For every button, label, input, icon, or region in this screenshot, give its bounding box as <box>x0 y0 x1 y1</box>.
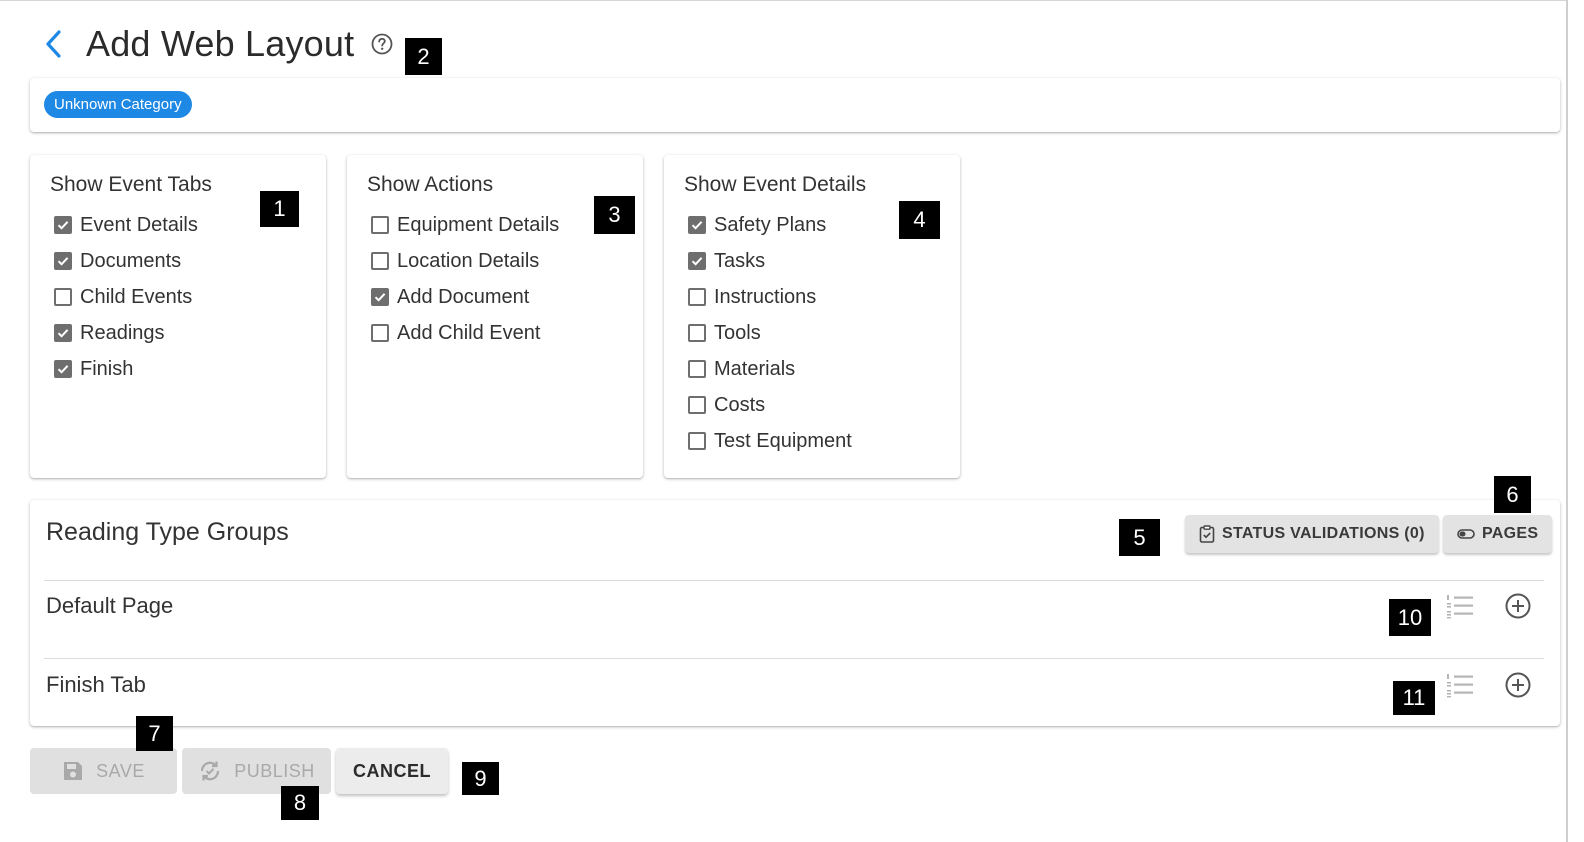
page-header: Add Web Layout <box>38 20 394 68</box>
checkbox-unchecked-icon[interactable] <box>371 216 389 234</box>
publish-label: PUBLISH <box>234 760 315 781</box>
panel-title: Show Actions <box>367 173 494 196</box>
annotation-marker: 7 <box>136 716 173 751</box>
annotation-marker: 11 <box>1393 681 1435 715</box>
pages-button[interactable]: PAGES <box>1443 515 1553 553</box>
page-title: Add Web Layout <box>86 23 355 64</box>
checkbox-label: Safety Plans <box>714 213 827 236</box>
annotation-marker: 10 <box>1389 599 1431 636</box>
checkbox-label: Event Details <box>80 213 198 236</box>
plus-circle-icon <box>1505 593 1531 619</box>
section-title: Reading Type Groups <box>46 518 289 546</box>
format-list-numbered-icon <box>1447 595 1473 619</box>
chevron-left-icon <box>46 30 61 58</box>
checkbox-row[interactable]: Add Child Event <box>367 315 623 351</box>
default-page-label[interactable]: Default Page <box>46 593 173 619</box>
checkbox-unchecked-icon[interactable] <box>688 288 706 306</box>
checkbox-unchecked-icon[interactable] <box>688 396 706 414</box>
divider <box>44 658 1544 659</box>
status-validations-button[interactable]: STATUS VALIDATIONS (0) <box>1185 515 1439 553</box>
annotation-marker: 2 <box>405 38 442 75</box>
reorder-button[interactable] <box>1445 670 1475 700</box>
checkbox-row[interactable]: Materials <box>684 351 940 387</box>
checkbox-row[interactable]: Readings <box>50 315 306 351</box>
checkbox-row[interactable]: Equipment Details <box>367 207 623 243</box>
checkbox-checked-icon[interactable] <box>54 324 72 342</box>
category-chip[interactable]: Unknown Category <box>44 91 192 118</box>
checkbox-label: Documents <box>80 249 182 272</box>
finish-tab-label[interactable]: Finish Tab <box>46 672 146 698</box>
checkbox-unchecked-icon[interactable] <box>688 324 706 342</box>
add-reading-group-button[interactable] <box>1503 670 1533 700</box>
clipboard-check-icon <box>1199 525 1215 543</box>
save-label: SAVE <box>96 760 145 781</box>
checkbox-checked-icon[interactable] <box>54 252 72 270</box>
cancel-button[interactable]: CANCEL <box>336 748 448 794</box>
reading-type-groups-card: Reading Type Groups STATUS VALIDATIONS (… <box>30 500 1560 726</box>
checkbox-row[interactable]: Tools <box>684 315 940 351</box>
add-reading-group-button[interactable] <box>1503 591 1533 621</box>
right-border <box>1566 0 1568 842</box>
checkbox-unchecked-icon[interactable] <box>371 252 389 270</box>
annotation-marker: 4 <box>899 201 940 239</box>
checkbox-row[interactable]: Finish <box>50 351 306 387</box>
checkbox-unchecked-icon[interactable] <box>688 360 706 378</box>
category-card: Unknown Category <box>30 78 1560 132</box>
checkbox-unchecked-icon[interactable] <box>371 324 389 342</box>
reorder-button[interactable] <box>1445 591 1475 621</box>
checkbox-checked-icon[interactable] <box>54 360 72 378</box>
checkbox-unchecked-icon[interactable] <box>688 432 706 450</box>
help-circle-icon <box>371 33 393 55</box>
checkbox-label: Tasks <box>714 249 766 272</box>
help-button[interactable] <box>370 32 394 56</box>
checkbox-checked-icon[interactable] <box>688 252 706 270</box>
checkbox-checked-icon[interactable] <box>688 216 706 234</box>
format-list-numbered-icon <box>1447 674 1473 698</box>
checkbox-row[interactable]: Instructions <box>684 279 940 315</box>
checkbox-row[interactable]: Tasks <box>684 243 940 279</box>
checkbox-label: Equipment Details <box>397 213 560 236</box>
checkbox-label: Instructions <box>714 285 817 308</box>
checkbox-label: Readings <box>80 321 165 344</box>
plus-circle-icon <box>1505 672 1531 698</box>
divider <box>44 580 1544 581</box>
checkbox-label: Materials <box>714 357 796 380</box>
top-border <box>0 0 1568 1</box>
sync-check-icon <box>201 761 220 781</box>
checkbox-checked-icon[interactable] <box>54 216 72 234</box>
panel-title: Show Event Details <box>684 173 867 196</box>
checkbox-row[interactable]: Location Details <box>367 243 623 279</box>
annotation-marker: 9 <box>462 762 499 795</box>
pages-label: PAGES <box>1482 525 1539 542</box>
annotation-marker: 3 <box>594 196 635 234</box>
checkbox-checked-icon[interactable] <box>371 288 389 306</box>
annotation-marker: 8 <box>281 786 319 820</box>
back-button[interactable] <box>38 20 68 68</box>
annotation-marker: 1 <box>260 191 299 227</box>
toggle-icon <box>1457 529 1475 539</box>
status-validations-label: STATUS VALIDATIONS (0) <box>1222 525 1425 542</box>
annotation-marker: 5 <box>1119 519 1160 556</box>
save-button[interactable]: SAVE <box>30 748 177 794</box>
checkbox-label: Add Child Event <box>397 321 541 344</box>
checkbox-unchecked-icon[interactable] <box>54 288 72 306</box>
checkbox-label: Test Equipment <box>714 429 852 452</box>
checkbox-label: Add Document <box>397 285 530 308</box>
checkbox-row[interactable]: Costs <box>684 387 940 423</box>
checkbox-row[interactable]: Add Document <box>367 279 623 315</box>
checkbox-row[interactable]: Child Events <box>50 279 306 315</box>
save-icon <box>64 762 83 780</box>
checkbox-label: Costs <box>714 393 766 416</box>
web-layout-page: Add Web Layout Unknown Category Show Eve… <box>0 0 1568 842</box>
checkbox-label: Finish <box>80 357 134 380</box>
checkbox-label: Child Events <box>80 285 193 308</box>
cancel-label: CANCEL <box>353 760 431 781</box>
checkbox-label: Location Details <box>397 249 540 272</box>
annotation-marker: 6 <box>1494 476 1531 513</box>
checkbox-row[interactable]: Documents <box>50 243 306 279</box>
checkbox-row[interactable]: Test Equipment <box>684 423 940 459</box>
checkbox-label: Tools <box>714 321 761 344</box>
